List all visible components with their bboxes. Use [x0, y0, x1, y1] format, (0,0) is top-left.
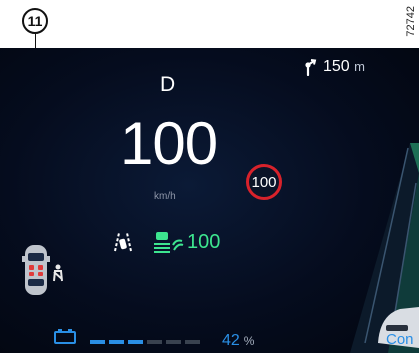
energy-level-gauge [90, 340, 200, 344]
navigation-distance-unit: m [354, 59, 365, 74]
gear-indicator: D [160, 73, 176, 96]
energy-gauge-segment [90, 340, 105, 344]
lane-keeping-assist-icon [114, 232, 132, 252]
energy-percentage-unit: % [243, 334, 255, 348]
speed-unit: km/h [154, 191, 176, 202]
energy-gauge-segment [185, 340, 200, 344]
speed-limit-value: 100 [251, 173, 277, 191]
energy-gauge-segment [128, 340, 143, 344]
speed-limit-sign: 100 [246, 164, 282, 200]
energy-gauge-segment [147, 340, 162, 344]
adaptive-cruise-control-icon [154, 232, 184, 253]
side-panel-label: Con [386, 331, 414, 348]
turn-right-arrow-icon [305, 59, 317, 76]
navigation-distance-value: 150 [323, 58, 350, 75]
figure-reference: 72742 [405, 6, 417, 37]
energy-percentage-value: 42 [222, 332, 240, 349]
energy-gauge-segment [109, 340, 124, 344]
callout-number: 11 [27, 13, 43, 29]
energy-gauge-segment [166, 340, 181, 344]
energy-percentage: 42% [222, 332, 254, 350]
cruise-set-speed: 100 [187, 231, 221, 253]
callout-marker: 11 [22, 8, 48, 34]
road-view-panel [350, 143, 419, 353]
vehicle-top-view-icon [22, 245, 50, 295]
seatbelt-warning-icon [53, 264, 63, 282]
navigation-distance: 150 m [323, 58, 365, 76]
instrument-cluster-display: 150 m D 100 km/h 100 100 42 % Con [0, 48, 419, 353]
speedometer-value: 100 [120, 110, 218, 177]
battery-icon [54, 329, 76, 344]
